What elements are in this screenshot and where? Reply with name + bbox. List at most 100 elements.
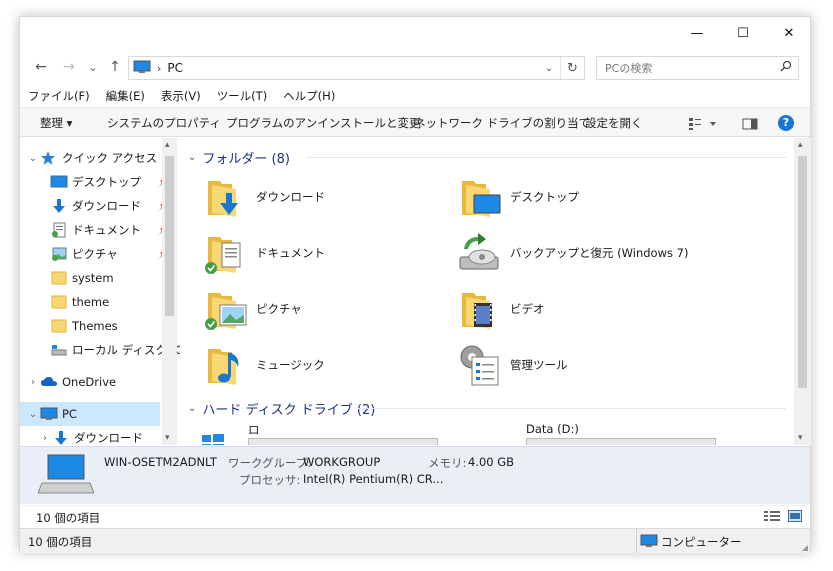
computer-name: WIN-OSETM2ADNLT [104, 455, 217, 469]
sidebar-item-quick-access[interactable]: ⌄ クイック アクセス [20, 146, 160, 170]
drive-icon [50, 342, 68, 358]
menu-edit[interactable]: 編集(E) [98, 86, 153, 106]
sidebar-item-label: デスクトップ [72, 175, 141, 189]
sidebar-scrollbar[interactable]: ▴ ▾ [162, 138, 177, 445]
status-divider [636, 529, 637, 553]
back-button[interactable]: ← [32, 58, 50, 76]
sidebar-item-desktop[interactable]: デスクトップ 📌 [34, 170, 174, 194]
download-icon [52, 430, 70, 445]
sidebar-item-theme[interactable]: theme [34, 290, 174, 314]
admin-tools-icon [456, 341, 504, 389]
sidebar-item-local-disk[interactable]: ローカル ディスク (C [34, 338, 180, 362]
sidebar-item-pictures[interactable]: ピクチャ 📌 [34, 242, 174, 266]
collapse-chevron-icon[interactable]: ⌄ [188, 403, 196, 414]
folder-tile-videos[interactable]: ビデオ [456, 284, 545, 334]
content-pane: ⌄ フォルダー (8) ダウンロード デスクトップ ドキュメント バックアップと… [180, 138, 812, 445]
scroll-down-icon[interactable]: ▾ [165, 433, 170, 443]
address-separator: › [157, 61, 162, 75]
sidebar-item-system[interactable]: system [34, 266, 174, 290]
content-scrollbar[interactable]: ▴ ▾ [794, 138, 811, 445]
sidebar-item-label: theme [72, 295, 110, 309]
drive-tile-c[interactable]: ローカル ディスク (C:) [202, 420, 438, 445]
sidebar-item-themes[interactable]: Themes [34, 314, 174, 338]
content-scroll-thumb[interactable] [798, 156, 807, 388]
refresh-button[interactable]: ↻ [560, 57, 584, 79]
download-folder-icon [202, 173, 250, 221]
sidebar-item-label: ピクチャ [72, 247, 118, 261]
navigation-pane: ⌄ クイック アクセス デスクトップ 📌 ダウンロード 📌 ドキュメント 📌 ピ… [20, 138, 180, 445]
large-icons-view-button[interactable] [788, 510, 802, 525]
address-dropdown-icon[interactable]: ⌄ [540, 57, 558, 79]
drive-usage-bar [248, 438, 438, 445]
folder-label: デスクトップ [510, 190, 579, 204]
system-properties-button[interactable]: システムのプロパティ [107, 108, 221, 138]
forward-button[interactable]: → [60, 58, 78, 76]
sidebar-item-pc-downloads[interactable]: › ダウンロード [32, 426, 172, 445]
sidebar-item-documents[interactable]: ドキュメント 📌 [34, 218, 174, 242]
maximize-button[interactable]: ☐ [720, 17, 766, 49]
folder-label: バックアップと復元 (Windows 7) [510, 246, 689, 260]
help-button[interactable]: ? [778, 115, 794, 131]
folder-tile-pictures[interactable]: ピクチャ [202, 284, 302, 334]
memory-value: 4.00 GB [468, 455, 515, 469]
title-bar: — ☐ ✕ [20, 17, 810, 49]
up-button[interactable]: ↑ [106, 58, 124, 76]
scroll-up-icon[interactable]: ▴ [165, 140, 170, 150]
minimize-button[interactable]: — [674, 17, 720, 49]
change-view-button[interactable] [688, 108, 718, 138]
folder-tile-documents[interactable]: ドキュメント [202, 228, 325, 278]
preview-pane-button[interactable] [742, 108, 758, 138]
backup-restore-icon [456, 229, 504, 277]
search-input[interactable]: PCの検索 [596, 56, 799, 80]
sidebar-item-label: PC [62, 407, 77, 421]
sidebar-item-downloads[interactable]: ダウンロード 📌 [34, 194, 174, 218]
details-view-button[interactable] [764, 510, 780, 525]
sidebar-item-label: ダウンロード [72, 199, 141, 213]
scroll-up-icon[interactable]: ▴ [798, 140, 803, 150]
folder-tile-downloads[interactable]: ダウンロード [202, 172, 325, 222]
drives-group-title: ハード ディスク ドライブ (2) [202, 402, 376, 418]
folder-tile-admin-tools[interactable]: 管理ツール [456, 340, 568, 390]
menu-view[interactable]: 表示(V) [153, 86, 209, 106]
resize-grip-icon[interactable]: ◢ [802, 543, 808, 552]
collapse-chevron-icon[interactable]: ⌄ [188, 152, 196, 163]
pictures-folder-icon [202, 285, 250, 333]
menu-tools[interactable]: ツール(T) [209, 86, 276, 106]
sidebar-item-label: クイック アクセス [62, 151, 158, 165]
folder-label: ビデオ [510, 302, 545, 316]
cloud-icon [40, 374, 58, 390]
processor-label: プロセッサ: [239, 473, 301, 487]
uninstall-program-button[interactable]: プログラムのアンインストールと変更 [226, 108, 420, 138]
close-button[interactable]: ✕ [766, 17, 812, 49]
open-settings-button[interactable]: 設定を開く [585, 108, 643, 138]
pictures-icon [50, 246, 68, 262]
map-network-drive-button[interactable]: ネットワーク ドライブの割り当て [414, 108, 590, 138]
organize-button[interactable]: 整理 ▾ [40, 108, 72, 138]
address-bar[interactable]: › PC ⌄ ↻ [128, 56, 585, 80]
expand-chevron-icon[interactable]: › [26, 377, 40, 388]
menu-help[interactable]: ヘルプ(H) [275, 86, 343, 106]
item-count: 10 個の項目 [36, 511, 101, 525]
star-icon [40, 150, 58, 166]
item-count-bottom: 10 個の項目 [28, 535, 93, 549]
folder-tile-music[interactable]: ミュージック [202, 340, 325, 390]
menu-file[interactable]: ファイル(F) [20, 86, 98, 106]
sidebar-scroll-thumb[interactable] [165, 156, 174, 316]
expand-chevron-icon[interactable]: › [38, 433, 52, 444]
scroll-down-icon[interactable]: ▾ [798, 433, 803, 443]
drives-group-header[interactable]: ⌄ ハード ディスク ドライブ (2) [188, 398, 375, 418]
address-path[interactable]: PC [167, 61, 183, 75]
documents-folder-icon [202, 229, 250, 277]
folder-tile-backup-restore[interactable]: バックアップと復元 (Windows 7) [456, 228, 688, 278]
processor-value: Intel(R) Pentium(R) CR... [303, 472, 444, 486]
computer-icon [133, 60, 151, 77]
folders-group-header[interactable]: ⌄ フォルダー (8) [188, 147, 290, 167]
folder-tile-desktop[interactable]: デスクトップ [456, 172, 579, 222]
expand-chevron-icon[interactable]: ⌄ [26, 153, 40, 164]
sidebar-item-pc[interactable]: ⌄ PC [20, 402, 160, 426]
workgroup-value: WORKGROUP [303, 455, 381, 469]
sidebar-item-onedrive[interactable]: › OneDrive [20, 370, 160, 394]
recent-locations-button[interactable]: ⌄ [84, 58, 102, 76]
computer-icon [40, 406, 58, 422]
expand-chevron-icon[interactable]: ⌄ [26, 409, 40, 420]
